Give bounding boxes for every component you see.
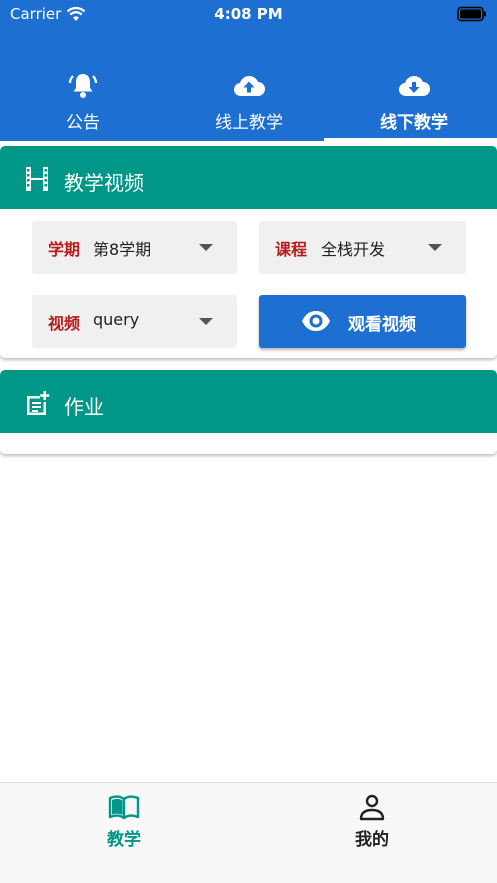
tab-announcements[interactable]: 公告	[0, 68, 166, 141]
homework-card: 作业	[0, 370, 497, 454]
tab-label: 线上教学	[215, 113, 283, 133]
semester-value: 第8学期	[93, 240, 152, 259]
tab-offline-teaching[interactable]: 线下教学	[331, 68, 497, 141]
battery-icon	[457, 6, 486, 22]
video-card: 教学视频 学期 第8学期 课程 全栈开发 视频 query 观看视频	[0, 146, 497, 358]
bell-ring-icon	[68, 74, 98, 98]
course-value: 全栈开发	[321, 240, 386, 259]
semester-label: 学期	[48, 240, 81, 259]
tab-online-teaching[interactable]: 线上教学	[166, 68, 332, 141]
video-card-header: 教学视频	[0, 146, 497, 209]
video-card-title: 教学视频	[64, 171, 144, 195]
semester-dropdown[interactable]: 学期 第8学期	[32, 221, 237, 274]
video-value: query	[93, 310, 140, 329]
nav-item-teaching[interactable]: 教学	[0, 783, 248, 883]
cloud-upload-icon	[233, 75, 265, 97]
top-tab-bar: 公告 线上教学 线下教学	[0, 28, 497, 141]
nav-item-mine[interactable]: 我的	[248, 783, 496, 883]
tab-label: 公告	[66, 113, 100, 133]
status-time: 4:08 PM	[214, 5, 283, 23]
person-icon	[359, 794, 385, 821]
book-open-icon	[108, 795, 140, 820]
nav-label: 我的	[355, 830, 389, 850]
homework-card-title: 作业	[64, 395, 104, 419]
status-bar: Carrier 4:08 PM	[0, 0, 497, 28]
eye-icon	[302, 311, 330, 331]
homework-card-header[interactable]: 作业	[0, 370, 497, 433]
note-add-icon	[27, 391, 50, 415]
film-icon	[26, 167, 48, 191]
course-label: 课程	[275, 240, 308, 259]
video-dropdown[interactable]: 视频 query	[32, 295, 237, 348]
watch-video-label: 观看视频	[348, 315, 416, 335]
caret-down-icon	[199, 244, 213, 251]
bottom-navigation: 教学 我的	[0, 782, 497, 883]
active-tab-indicator	[324, 138, 497, 141]
cloud-download-icon	[398, 75, 430, 97]
caret-down-icon	[428, 244, 442, 251]
watch-video-button[interactable]: 观看视频	[259, 295, 466, 348]
course-dropdown[interactable]: 课程 全栈开发	[259, 221, 466, 274]
caret-down-icon	[199, 318, 213, 325]
tab-label: 线下教学	[380, 113, 448, 133]
video-label: 视频	[48, 314, 81, 333]
nav-label: 教学	[107, 830, 141, 850]
